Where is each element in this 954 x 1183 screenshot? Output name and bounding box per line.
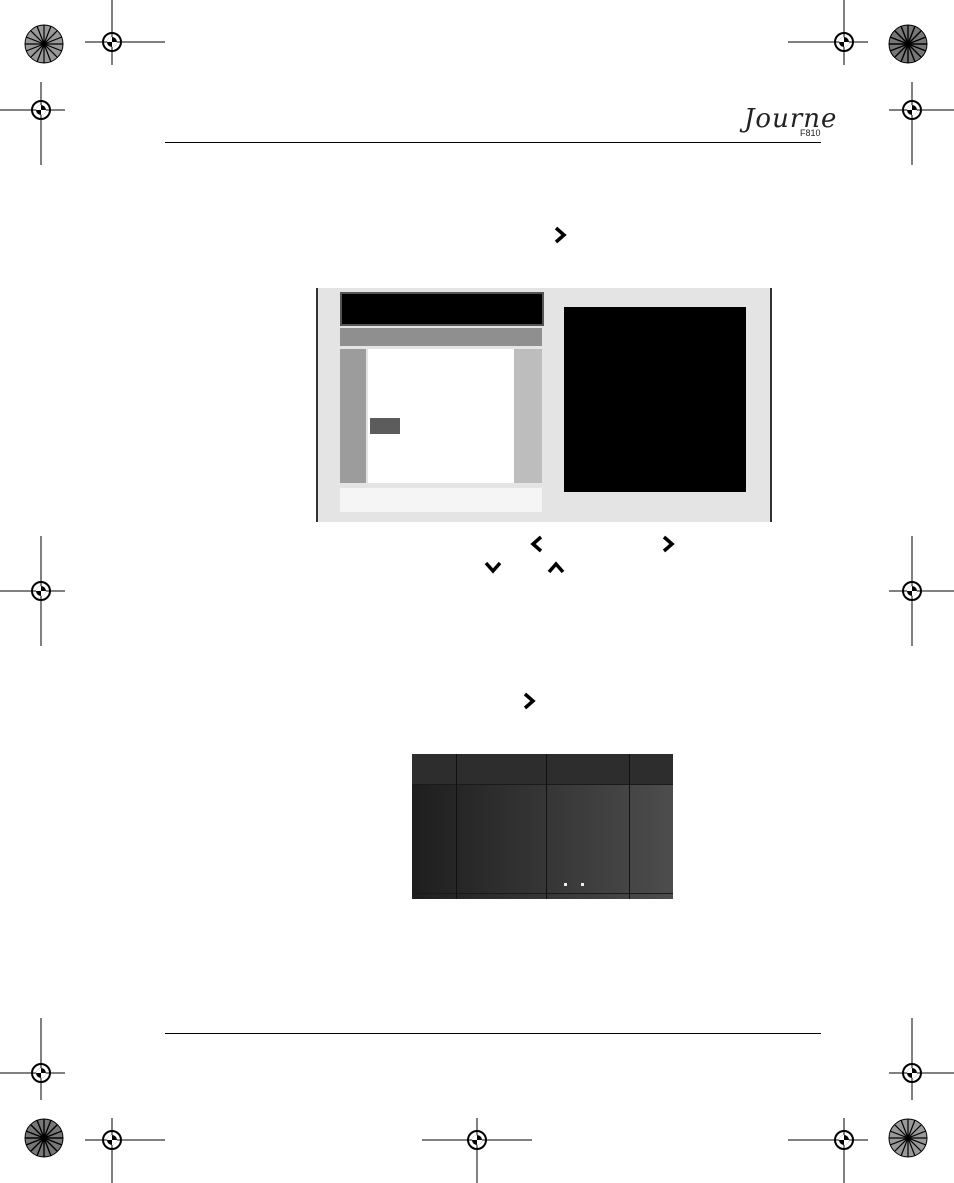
table-marker (581, 883, 584, 886)
chevron-right-icon (523, 692, 536, 710)
header-rule (165, 142, 821, 143)
starburst-target-icon (888, 24, 928, 64)
table-column-divider (456, 754, 457, 899)
brand-logo: Journe (744, 104, 838, 134)
screen-status-bar (340, 488, 542, 512)
device-screen-browser (316, 288, 772, 522)
screen-preview-pane (564, 307, 746, 492)
screen-file-list (368, 349, 514, 483)
device-screen-table (412, 754, 673, 899)
crop-marks (0, 0, 954, 1183)
model-number: F810 (800, 128, 821, 138)
screen-selected-item (370, 418, 400, 434)
chevron-up-icon (547, 561, 565, 574)
table-marker (564, 883, 567, 886)
screen-left-panel (340, 349, 366, 483)
chevron-down-icon (484, 561, 502, 574)
screen-path-bar (340, 328, 542, 346)
table-column-divider (546, 754, 547, 899)
screen-scrollbar (514, 349, 542, 483)
table-divider (412, 893, 673, 894)
table-header (412, 754, 673, 784)
screen-title-bar (340, 292, 544, 326)
starburst-target-icon (888, 1118, 928, 1158)
chevron-right-icon (662, 535, 675, 553)
chevron-left-icon (530, 535, 543, 553)
table-column-divider (629, 754, 630, 899)
starburst-target-icon (24, 24, 64, 64)
chevron-right-icon (554, 226, 567, 244)
footer-rule (165, 1033, 821, 1034)
starburst-target-icon (24, 1118, 64, 1158)
table-divider (412, 784, 673, 785)
